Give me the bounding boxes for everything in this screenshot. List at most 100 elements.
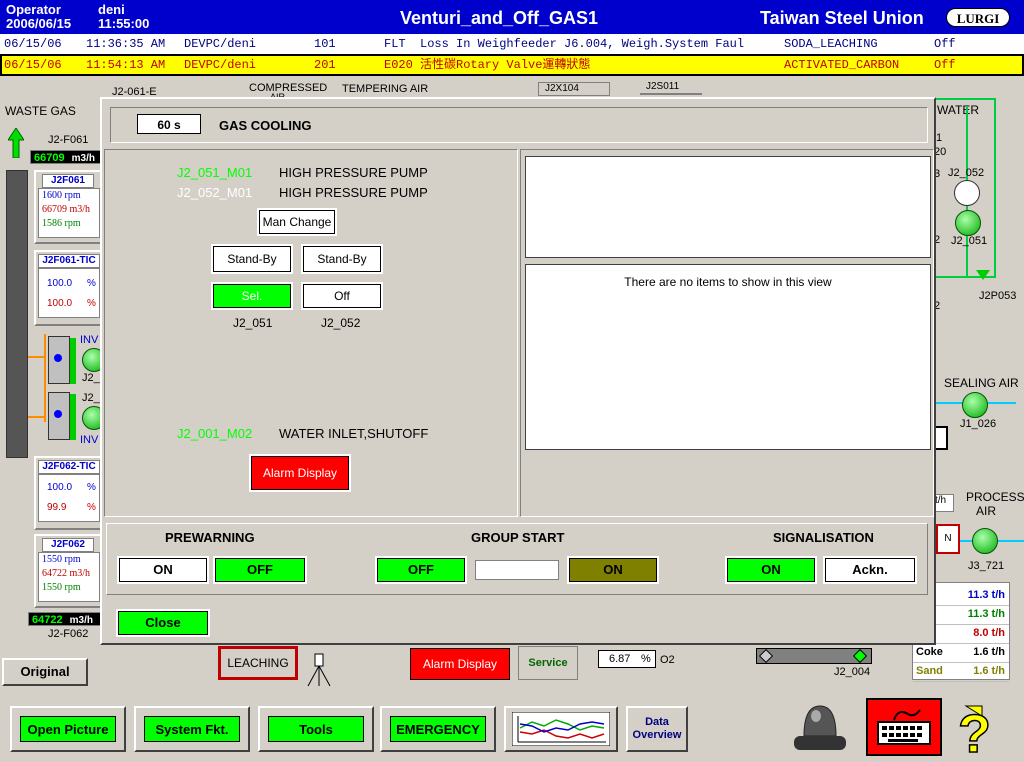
pump-label: J2_052 — [321, 316, 361, 330]
fan-icon[interactable] — [972, 528, 998, 554]
system-fkt-button[interactable]: System Fkt. — [134, 706, 250, 752]
alarm-source: DEVPC/deni — [184, 37, 257, 51]
time: 11:55:00 — [98, 16, 150, 31]
alarm-state: Off — [934, 58, 956, 72]
tic-value: 100.0 — [47, 482, 73, 493]
keyboard-icon — [877, 709, 931, 745]
rate-value: 1.6 t/h — [973, 646, 1005, 658]
signalisation-title: SIGNALISATION — [773, 530, 874, 545]
acknowledge-button[interactable]: Ackn. — [823, 556, 917, 584]
standby-button[interactable]: Stand-By — [301, 244, 383, 274]
pump-icon[interactable] — [955, 210, 981, 236]
tag-box[interactable]: J2X104 — [538, 82, 610, 96]
pipe — [28, 356, 44, 358]
service-label: Service — [528, 657, 568, 669]
pump-icon[interactable] — [954, 180, 980, 206]
pipe — [44, 334, 46, 422]
group-start-title: GROUP START — [471, 530, 565, 545]
group-start-on-button[interactable]: ON — [567, 556, 659, 584]
alarm-priority: 101 — [314, 37, 336, 51]
prewarning-off-button[interactable]: OFF — [213, 556, 307, 584]
alarm-row[interactable]: 06/15/06 11:36:35 AM DEVPC/deni 101 FLT … — [0, 34, 1024, 55]
process-air-label: PROCESS — [966, 490, 1024, 504]
empty-list-message: There are no items to show in this view — [624, 275, 832, 289]
emergency-button[interactable]: EMERGENCY — [380, 706, 496, 752]
rate-readout: t/h — [934, 494, 954, 512]
tic-unit: % — [87, 482, 96, 493]
flow-value: 66709 — [34, 152, 65, 164]
select-button[interactable]: Sel. — [211, 282, 293, 310]
alarm-message: FLT Loss In Weighfeeder J6.004, Weigh.Sy… — [384, 37, 745, 51]
valve-name: WATER INLET,SHUTOFF — [279, 426, 429, 441]
alarm-area: SODA_LEACHING — [784, 37, 878, 51]
indicator-box — [934, 426, 948, 450]
company-name: Taiwan Steel Union — [760, 8, 924, 28]
controller-panel[interactable]: J2F062-TIC 100.0 % 99.9 % — [34, 456, 104, 530]
o2-unit: % — [641, 653, 651, 665]
alarm-date: 06/15/06 — [4, 58, 62, 72]
flow-unit: m3/h — [69, 615, 93, 626]
tag-box[interactable]: J2S011 — [640, 81, 702, 95]
group-start-status — [475, 560, 559, 580]
prewarning-on-button[interactable]: ON — [117, 556, 209, 584]
original-button[interactable]: Original — [2, 658, 88, 686]
panel-values: 1550 rpm 64722 m3/h 1550 rpm — [38, 552, 100, 602]
off-button[interactable]: Off — [301, 282, 383, 310]
data-overview-button[interactable]: Data Overview — [626, 706, 688, 752]
tools-button[interactable]: Tools — [258, 706, 374, 752]
alarm-display-button[interactable]: Alarm Display — [410, 648, 510, 680]
data-overview-label: Data Overview — [632, 716, 682, 741]
status-diamond-icon — [758, 648, 774, 664]
pump-tag[interactable]: J2_051_M01 — [177, 165, 252, 180]
signalisation-on-button[interactable]: ON — [725, 556, 817, 584]
alarm-list-view[interactable]: There are no items to show in this view — [525, 264, 931, 450]
rate-value: 8.0 t/h — [973, 627, 1005, 639]
valve-tag[interactable]: J2_001_M02 — [177, 426, 252, 441]
flow-unit: m3/h — [71, 153, 95, 164]
emergency-label: EMERGENCY — [390, 716, 486, 742]
alarm-state: Off — [934, 37, 956, 51]
o2-value: 6.87 — [609, 653, 631, 665]
rate-value: 11.3 t/h — [967, 589, 1005, 601]
controller-panel[interactable]: J2F061-TIC 100.0 % 100.0 % — [34, 250, 104, 326]
tag-label: J1_026 — [960, 418, 997, 430]
sealing-air-label: SEALING AIR — [944, 376, 1019, 390]
panel-title: J2F062-TIC — [38, 460, 100, 474]
alarm-display-button[interactable]: Alarm Display — [249, 454, 351, 492]
alarm-row[interactable]: 06/15/06 11:54:13 AM DEVPC/deni 201 E020… — [0, 54, 1024, 76]
rate-label: Coke — [916, 646, 943, 658]
pump-tag[interactable]: J2_052_M01 — [177, 185, 252, 200]
level-bar — [70, 394, 76, 440]
help-icon[interactable]: ? — [952, 702, 1008, 758]
trend-button[interactable] — [504, 706, 618, 752]
fan-panel[interactable]: J2F062 1550 rpm 64722 m3/h 1550 rpm — [34, 534, 104, 608]
flow-value: 64722 m3/h — [42, 568, 91, 579]
date: 2006/06/15 — [6, 16, 72, 31]
close-button[interactable]: Close — [116, 609, 210, 637]
tag-label: TEMPERING AIR — [342, 83, 429, 95]
indicator-dot — [54, 354, 62, 362]
fan-icon[interactable] — [962, 392, 988, 418]
open-picture-button[interactable]: Open Picture — [10, 706, 126, 752]
level-bar — [70, 338, 76, 384]
fan-panel[interactable]: J2F061 1600 rpm 66709 m3/h 1586 rpm — [34, 170, 104, 244]
group-start-off-button[interactable]: OFF — [375, 556, 467, 584]
pump-name: HIGH PRESSURE PUMP — [279, 165, 428, 180]
tag-label: INV — [80, 334, 99, 346]
man-change-button[interactable]: Man Change — [257, 208, 337, 236]
tic-value: 100.0 — [47, 278, 73, 289]
keyboard-button[interactable] — [866, 698, 942, 756]
status-box[interactable]: N — [936, 524, 960, 554]
page-title: Venturi_and_Off_GAS1 — [400, 8, 599, 28]
flow-value: 66709 m3/h — [42, 204, 91, 215]
tools-label: Tools — [268, 716, 364, 742]
valve-icon[interactable] — [976, 270, 990, 280]
conveyor[interactable] — [756, 648, 872, 664]
leaching-button[interactable]: LEACHING — [218, 646, 298, 680]
service-button[interactable]: Service — [518, 646, 578, 680]
alarm-beacon-icon[interactable] — [790, 700, 850, 756]
standby-button[interactable]: Stand-By — [211, 244, 293, 274]
flow-value: 64722 — [32, 614, 63, 626]
rpm-setpoint: 1550 rpm — [42, 554, 81, 565]
pump-pane: J2_051_M01 HIGH PRESSURE PUMP J2_052_M01… — [104, 149, 518, 517]
